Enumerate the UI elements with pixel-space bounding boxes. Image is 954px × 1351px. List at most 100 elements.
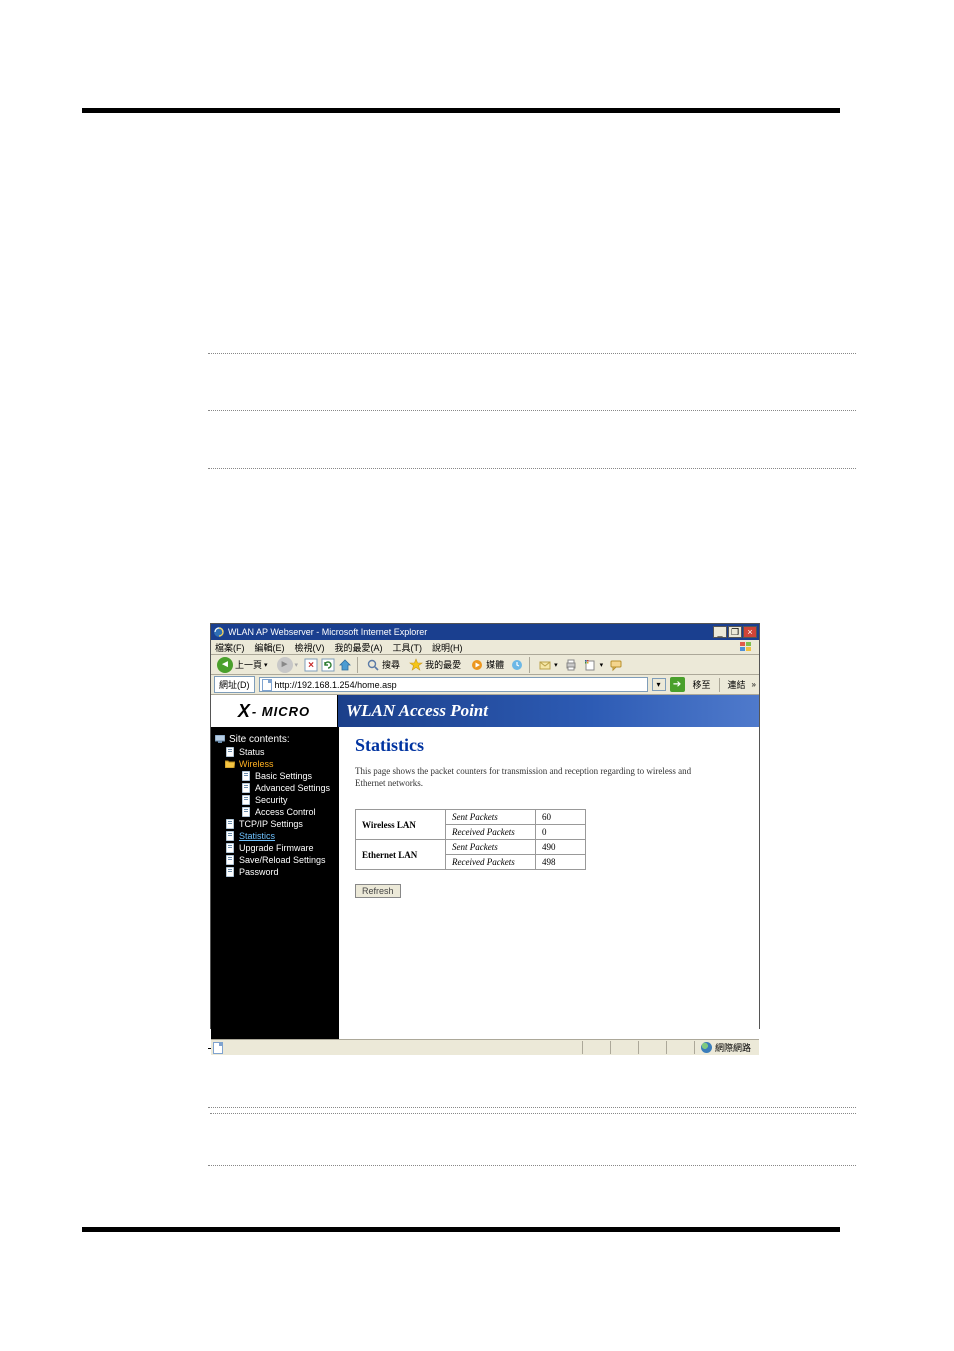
table-stat-cell: Received Packets [446, 855, 536, 870]
page-icon [262, 679, 272, 691]
menu-tools[interactable]: 工具(T) [393, 641, 423, 654]
sidebar-item-tcpip-settings[interactable]: TCP/IP Settings [215, 818, 335, 830]
sidebar-item-advanced-settings[interactable]: Advanced Settings [215, 782, 335, 794]
page-description: This page shows the packet counters for … [355, 766, 715, 789]
favorites-button[interactable]: 我的最愛 [406, 657, 464, 673]
zone-label: 網際網路 [715, 1041, 751, 1054]
globe-icon [701, 1042, 712, 1053]
sidebar-item-wireless[interactable]: Wireless [215, 758, 335, 770]
dotted-line [208, 1107, 856, 1108]
chevron-down-icon: ▾ [295, 661, 299, 669]
forward-button[interactable]: ► ▾ [274, 656, 302, 674]
chevron-right-icon: » [752, 680, 756, 689]
sidebar-item-label: Statistics [239, 831, 275, 841]
address-input[interactable]: http://192.168.1.254/home.asp [259, 677, 648, 692]
table-stat-cell: Sent Packets [446, 810, 536, 825]
mail-icon [538, 658, 552, 672]
sidebar-item-access-control[interactable]: Access Control [215, 806, 335, 818]
close-button[interactable]: × [743, 626, 757, 638]
sidebar-item-upgrade-firmware[interactable]: Upgrade Firmware [215, 842, 335, 854]
go-button[interactable]: ➔ [670, 677, 685, 692]
refresh-button[interactable] [321, 658, 335, 672]
statusbar-pane [582, 1041, 610, 1054]
back-button[interactable]: ◄ 上一頁 ▾ [214, 656, 271, 674]
sidebar-item-label: Status [239, 747, 265, 757]
address-url: http://192.168.1.254/home.asp [275, 680, 397, 690]
search-label: 搜尋 [382, 658, 400, 671]
sidebar-item-label: Access Control [255, 807, 316, 817]
statistics-table: Wireless LAN Sent Packets 60 Received Pa… [355, 809, 586, 870]
menu-help[interactable]: 說明(H) [432, 641, 463, 654]
table-row: Wireless LAN Sent Packets 60 [356, 810, 586, 825]
search-icon [366, 658, 380, 672]
page-icon [241, 783, 251, 793]
maximize-button[interactable]: ❐ [728, 626, 742, 638]
minimize-button[interactable]: _ [713, 626, 727, 638]
sidebar-item-label: Advanced Settings [255, 783, 330, 793]
table-stat-cell: Sent Packets [446, 840, 536, 855]
page-icon [225, 747, 235, 757]
media-icon [470, 658, 484, 672]
address-dropdown[interactable]: ▾ [652, 678, 666, 691]
window-titlebar: WLAN AP Webserver - Microsoft Internet E… [211, 624, 759, 640]
stop-button[interactable]: × [304, 658, 318, 672]
page-icon [241, 771, 251, 781]
statusbar-pane [638, 1041, 666, 1054]
links-button[interactable]: 連結 [728, 678, 746, 691]
sidebar-item-status[interactable]: Status [215, 746, 335, 758]
history-button[interactable] [510, 658, 524, 672]
search-button[interactable]: 搜尋 [363, 657, 403, 673]
table-value-cell: 490 [536, 840, 586, 855]
address-bar: 網址(D) http://192.168.1.254/home.asp ▾ ➔ … [211, 675, 759, 695]
sidebar-item-save-reload-settings[interactable]: Save/Reload Settings [215, 854, 335, 866]
sidebar-root[interactable]: Site contents: [215, 733, 335, 746]
app-body: Site contents: Status Wireless Basic Set… [211, 727, 759, 1039]
chevron-down-icon: ▾ [554, 661, 558, 669]
menu-file[interactable]: 檔案(F) [215, 641, 245, 654]
address-label: 網址(D) [214, 676, 255, 693]
sidebar-item-label: Basic Settings [255, 771, 312, 781]
chevron-down-icon: ▾ [600, 661, 604, 669]
menu-bar: 檔案(F) 編輯(E) 檢視(V) 我的最愛(A) 工具(T) 說明(H) [211, 640, 759, 655]
brand-logo: X - MICRO [211, 695, 338, 727]
media-label: 媒體 [486, 658, 504, 671]
sidebar-item-statistics[interactable]: Statistics [215, 830, 335, 842]
edit-button[interactable]: ▾ [581, 657, 607, 673]
page-icon [225, 819, 235, 829]
toolbar: ◄ 上一頁 ▾ ► ▾ × 搜尋 我的最愛 [211, 655, 759, 675]
computer-icon [215, 735, 225, 745]
table-value-cell: 60 [536, 810, 586, 825]
menu-view[interactable]: 檢視(V) [295, 641, 325, 654]
dotted-line [210, 1113, 856, 1114]
sidebar-item-password[interactable]: Password [215, 866, 335, 878]
home-button[interactable] [338, 658, 352, 672]
dotted-line [208, 1165, 856, 1166]
menu-favorites[interactable]: 我的最愛(A) [335, 641, 383, 654]
sidebar-item-label: Wireless [239, 759, 274, 769]
sidebar-item-basic-settings[interactable]: Basic Settings [215, 770, 335, 782]
discuss-button[interactable] [609, 658, 623, 672]
media-button[interactable]: 媒體 [467, 657, 507, 673]
statusbar-pane [666, 1041, 694, 1054]
dotted-line [208, 353, 856, 354]
page-icon [241, 807, 251, 817]
go-arrow-icon: ➔ [673, 679, 681, 690]
table-row: Ethernet LAN Sent Packets 490 [356, 840, 586, 855]
mail-button[interactable]: ▾ [535, 657, 561, 673]
sidebar-root-label: Site contents: [229, 734, 290, 745]
menu-edit[interactable]: 編輯(E) [255, 641, 285, 654]
window-buttons: _ ❐ × [713, 626, 757, 638]
sidebar-item-label: Save/Reload Settings [239, 855, 326, 865]
table-stat-cell: Received Packets [446, 825, 536, 840]
page-icon [225, 831, 235, 841]
sidebar-item-label: Security [255, 795, 288, 805]
favorites-label: 我的最愛 [425, 658, 461, 671]
edit-icon [584, 658, 598, 672]
refresh-button[interactable]: Refresh [355, 884, 401, 898]
page-top-rule [82, 108, 840, 113]
content-pane: Statistics This page shows the packet co… [339, 727, 759, 1039]
sidebar-item-security[interactable]: Security [215, 794, 335, 806]
print-button[interactable] [564, 658, 578, 672]
sidebar-item-label: Password [239, 867, 279, 877]
svg-text:×: × [308, 660, 314, 671]
